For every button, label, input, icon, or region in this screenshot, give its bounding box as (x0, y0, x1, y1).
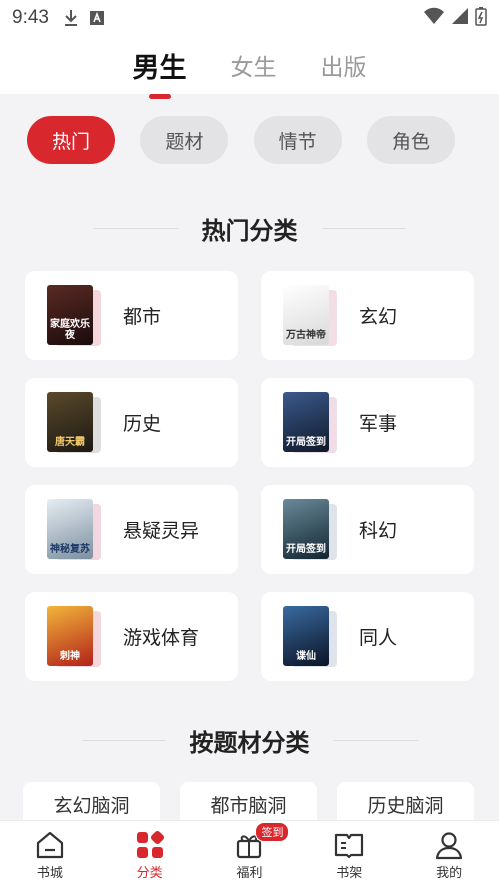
category-card-mystery[interactable]: 神秘复苏 悬疑灵异 (25, 485, 238, 574)
tab-label: 出版 (320, 55, 367, 81)
category-card-scifi[interactable]: 开局签到 科幻 (261, 485, 474, 574)
download-icon (63, 9, 79, 27)
category-label: 悬疑灵异 (123, 520, 200, 542)
chip-hot[interactable]: 热门 (27, 116, 115, 164)
subcategory-history-brainstorm[interactable]: 历史脑洞 (337, 782, 474, 822)
book-cover: 万古神帝 (283, 284, 339, 347)
cover-title: 神秘复苏 (47, 498, 93, 559)
category-grid: 家庭欢乐夜 都市 万古神帝 玄幻 唐天霸 历史 开局签到 军事 神秘复苏 悬疑灵… (25, 271, 474, 681)
section-title: 热门分类 (201, 216, 298, 245)
category-card-military[interactable]: 开局签到 军事 (261, 378, 474, 467)
nav-category[interactable]: 分类 (110, 828, 190, 881)
nav-label: 书城 (36, 866, 63, 881)
status-time: 9:43 (12, 7, 49, 28)
category-label: 玄幻 (359, 306, 398, 328)
nav-label: 我的 (436, 866, 463, 881)
theme-subcategory-list: 玄幻脑洞 都市脑洞 历史脑洞 (23, 782, 499, 822)
book-cover: 家庭欢乐夜 (47, 284, 103, 347)
category-label: 科幻 (359, 520, 398, 542)
category-label: 历史 (123, 413, 162, 435)
tab-male[interactable]: 男生 (132, 46, 187, 99)
subcategory-urban-brainstorm[interactable]: 都市脑洞 (180, 782, 317, 822)
status-bar: 9:43 (0, 0, 499, 36)
profile-icon (434, 828, 464, 862)
nav-bookstore[interactable]: 书城 (10, 828, 90, 881)
category-card-urban[interactable]: 家庭欢乐夜 都市 (25, 271, 238, 360)
chip-role[interactable]: 角色 (366, 116, 455, 164)
cover-title: 开局签到 (283, 498, 329, 559)
filter-chips: 热门 题材 情节 角色 (0, 116, 499, 164)
tab-publishing[interactable]: 出版 (321, 48, 367, 82)
divider (333, 739, 418, 741)
gender-tabs: 男生 女生 出版 (0, 36, 499, 99)
section-title: 按题材分类 (189, 728, 310, 757)
book-cover: 谍仙 (283, 605, 339, 668)
cover-title: 唐天霸 (47, 391, 93, 452)
book-cover: 唐天霸 (47, 391, 103, 454)
category-label: 都市 (123, 306, 162, 328)
tab-label: 男生 (132, 52, 187, 84)
cover-title: 刺神 (47, 605, 93, 666)
tab-female[interactable]: 女生 (231, 48, 277, 82)
category-card-fanfiction[interactable]: 谍仙 同人 (261, 592, 474, 681)
category-card-history[interactable]: 唐天霸 历史 (25, 378, 238, 467)
category-icon (135, 828, 165, 862)
signal-icon (451, 7, 469, 30)
subcategory-fantasy-brainstorm[interactable]: 玄幻脑洞 (23, 782, 160, 822)
category-card-fantasy[interactable]: 万古神帝 玄幻 (261, 271, 474, 360)
bottom-navigation: 书城 分类 签到 福利 书架 我的 (0, 820, 499, 888)
cover-title: 谍仙 (283, 605, 329, 666)
nav-welfare[interactable]: 签到 福利 (209, 822, 290, 881)
nav-bookshelf[interactable]: 书架 (309, 828, 389, 881)
book-cover: 开局签到 (283, 498, 339, 561)
divider (321, 227, 406, 229)
category-label: 游戏体育 (123, 627, 200, 649)
nav-label: 福利 (236, 866, 263, 881)
app-notification-icon (89, 10, 105, 26)
bookshelf-icon (333, 828, 365, 862)
nav-profile[interactable]: 我的 (409, 828, 489, 881)
book-cover: 开局签到 (283, 391, 339, 454)
active-tab-indicator (148, 93, 171, 99)
nav-label: 分类 (136, 866, 163, 881)
checkin-badge: 签到 (255, 822, 290, 842)
category-label: 军事 (359, 413, 398, 435)
chip-theme[interactable]: 题材 (140, 116, 229, 164)
battery-icon (475, 6, 487, 31)
tab-label: 女生 (230, 55, 277, 81)
cover-title: 万古神帝 (283, 284, 329, 345)
wifi-icon (423, 7, 445, 30)
category-label: 同人 (359, 627, 398, 649)
cover-title: 开局签到 (283, 391, 329, 452)
hot-categories-heading: 热门分类 (0, 208, 499, 248)
book-cover: 神秘复苏 (47, 498, 103, 561)
chip-plot[interactable]: 情节 (253, 116, 342, 164)
theme-categories-heading: 按题材分类 (0, 720, 499, 760)
divider (93, 227, 178, 229)
home-icon (34, 828, 66, 862)
nav-label: 书架 (336, 866, 363, 881)
book-cover: 刺神 (47, 605, 103, 668)
divider (81, 739, 166, 741)
category-card-gaming-sports[interactable]: 刺神 游戏体育 (25, 592, 238, 681)
cover-title: 家庭欢乐夜 (47, 284, 93, 345)
